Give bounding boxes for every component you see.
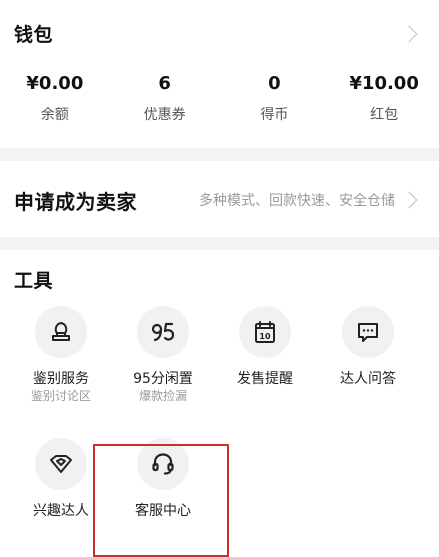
stamp-icon <box>35 306 87 358</box>
apply-seller-row[interactable]: 申请成为卖家 多种模式、回款快速、安全仓储 <box>0 161 439 237</box>
tool-expert-qa[interactable]: 达人问答 <box>318 306 418 388</box>
tool-release-reminder[interactable]: 10 发售提醒 <box>215 306 315 388</box>
section-divider <box>0 237 439 250</box>
wallet-section[interactable]: 钱包 ¥0.00 余额 6 优惠券 0 得币 ¥10.00 红包 <box>0 0 439 148</box>
stat-value: ¥10.00 <box>349 73 419 94</box>
stat-coins[interactable]: 0 得币 <box>220 72 330 124</box>
wallet-title: 钱包 <box>14 24 54 46</box>
seller-title: 申请成为卖家 <box>14 190 137 214</box>
tool-sublabel: 鉴别讨论区 <box>30 389 91 403</box>
95-logo-icon <box>137 306 189 358</box>
stat-label: 得币 <box>260 107 289 123</box>
diamond-icon <box>35 438 87 490</box>
stat-coupons[interactable]: 6 优惠券 <box>110 72 220 124</box>
chat-bubble-icon <box>342 306 394 358</box>
section-divider <box>0 148 439 161</box>
highlight-box <box>93 444 229 557</box>
stat-red-packet[interactable]: ¥10.00 红包 <box>329 72 439 124</box>
chevron-right-icon[interactable] <box>400 25 418 43</box>
stat-label: 优惠券 <box>143 107 186 123</box>
calendar-icon: 10 <box>239 306 291 358</box>
stat-label: 红包 <box>370 107 399 123</box>
seller-description: 多种模式、回款快速、安全仓储 <box>199 193 395 209</box>
tool-95-idle[interactable]: 95分闲置 爆款捡漏 <box>113 306 213 403</box>
tools-title: 工具 <box>14 270 54 292</box>
stat-balance[interactable]: ¥0.00 余额 <box>0 72 110 124</box>
tool-label: 鉴别服务 <box>33 371 89 387</box>
tool-label: 发售提醒 <box>237 371 293 387</box>
stat-label: 余额 <box>40 107 69 123</box>
stat-value: 6 <box>158 73 171 94</box>
tools-section: 工具 鉴别服务 鉴别讨论区 95分闲置 爆款捡漏 10 发售提醒 达人问答 兴趣… <box>0 250 439 557</box>
tool-label: 95分闲置 <box>133 371 193 387</box>
stat-value: ¥0.00 <box>26 73 84 94</box>
stat-value: 0 <box>268 73 281 94</box>
tool-sublabel: 爆款捡漏 <box>138 389 187 403</box>
svg-text:10: 10 <box>259 332 271 341</box>
chevron-right-icon <box>400 191 418 209</box>
tool-label: 达人问答 <box>340 371 396 387</box>
wallet-stats: ¥0.00 余额 6 优惠券 0 得币 ¥10.00 红包 <box>0 72 439 124</box>
tool-appraisal-service[interactable]: 鉴别服务 鉴别讨论区 <box>11 306 111 403</box>
